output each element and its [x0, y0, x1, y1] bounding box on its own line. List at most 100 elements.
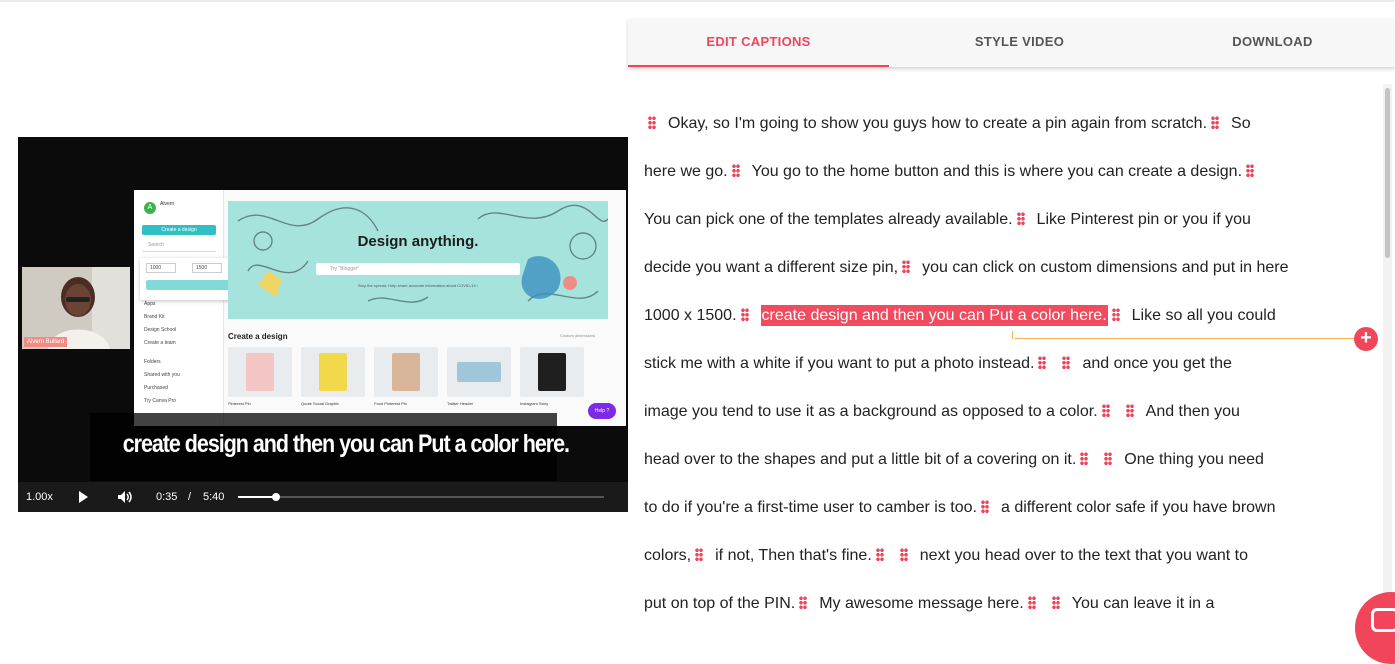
drag-handle-icon[interactable] [1062, 356, 1071, 369]
drag-handle-icon[interactable] [1038, 356, 1047, 369]
canva-sidebar-item: Shared with you [144, 372, 180, 378]
top-divider [0, 0, 1395, 2]
webcam-overlay: Alvern Bullard [22, 267, 130, 349]
drag-handle-icon[interactable] [1246, 164, 1255, 177]
caption-segment[interactable]: put on top of the PIN. [644, 595, 795, 612]
current-time: 0:35 [156, 491, 178, 503]
caption-segment[interactable]: decide you want a different size pin, [644, 259, 898, 276]
caption-segment[interactable]: and once you get the [1082, 355, 1231, 372]
drag-handle-icon[interactable] [1051, 596, 1060, 609]
canva-sidebar-item: Design School [144, 327, 177, 333]
caption-line: stick me with a white if you want to put… [644, 351, 1232, 377]
caption-line: head over to the shapes and put a little… [644, 447, 1264, 473]
video-controls: 1.00x 0:35 / 5:40 [18, 482, 628, 512]
caption-segment[interactable]: So [1231, 115, 1251, 132]
caption-segment[interactable]: head over to the shapes and put a little… [644, 451, 1076, 468]
caption-segment[interactable]: Like Pinterest pin or you if you [1037, 211, 1251, 228]
canva-sidebar-item: Try Canva Pro [144, 398, 177, 404]
caption-segment[interactable]: you can click on custom dimensions and p… [922, 259, 1288, 276]
playback-speed[interactable]: 1.00x [26, 491, 53, 503]
drag-handle-icon[interactable] [1027, 596, 1036, 609]
tab-edit-captions[interactable]: EDIT CAPTIONS [628, 19, 889, 67]
caption-segment[interactable]: if not, Then that's fine. [715, 547, 872, 564]
caption-line: put on top of the PIN. My awesome message… [644, 591, 1214, 617]
tab-download[interactable]: DOWNLOAD [1150, 19, 1395, 67]
drag-handle-icon[interactable] [875, 548, 884, 561]
banner-search: Try "Blogger" [316, 263, 520, 275]
drag-handle-icon[interactable] [899, 548, 908, 561]
template-label: Quote Social Graphic [301, 401, 340, 406]
caption-segment[interactable]: image you tend to use it as a background… [644, 403, 1098, 420]
drag-handle-icon[interactable] [1080, 452, 1089, 465]
caption-editor: Okay, so I'm going to show you guys how … [628, 99, 1382, 641]
caption-segment[interactable]: a different color safe if you have brown [1001, 499, 1276, 516]
canva-avatar: A [144, 202, 156, 214]
caption-segment[interactable]: to do if you're a first-time user to cam… [644, 499, 977, 516]
caption-segment[interactable]: You can pick one of the templates alread… [644, 211, 1013, 228]
canva-hero-banner: Design anything. Try "Blogger" Stop the … [228, 201, 608, 319]
caption-segment[interactable]: You can leave it in a [1072, 595, 1215, 612]
drag-handle-icon[interactable] [1016, 212, 1025, 225]
drag-handle-icon[interactable] [648, 116, 656, 129]
canva-user-name: Alvern [160, 201, 175, 207]
drag-handle-icon[interactable] [1101, 404, 1110, 417]
volume-icon[interactable] [117, 490, 133, 504]
caption-segment[interactable]: You go to the home button and this is wh… [752, 163, 1242, 180]
caption-segment[interactable]: My awesome message here. [819, 595, 1024, 612]
drag-handle-icon[interactable] [1104, 452, 1113, 465]
drag-handle-icon[interactable] [695, 548, 704, 561]
template-label: Twitter Header [447, 401, 474, 406]
play-icon[interactable] [76, 490, 90, 504]
template-thumb [447, 347, 511, 397]
caption-segment[interactable]: next you head over to the text that you … [920, 547, 1248, 564]
canva-height-field: 1500 [192, 263, 222, 273]
canva-width-field: 1000 [146, 263, 176, 273]
editor-tabs: EDIT CAPTIONS STYLE VIDEO DOWNLOAD [628, 19, 1395, 67]
canva-search: Search [142, 242, 216, 252]
caption-segment[interactable]: 1000 x 1500. [644, 307, 737, 324]
canva-sidebar-item: Purchased [144, 385, 168, 391]
caption-segment[interactable]: Okay, so I'm going to show you guys how … [668, 115, 1207, 132]
caption-scrollbar-thumb[interactable] [1385, 88, 1390, 258]
drag-handle-icon[interactable] [1211, 116, 1220, 129]
caption-segment-active[interactable]: create design and then you can Put a col… [760, 305, 1108, 326]
drag-handle-icon[interactable] [799, 596, 808, 609]
insert-marker-line [1015, 338, 1355, 339]
drag-handle-icon[interactable] [731, 164, 740, 177]
caption-segment[interactable]: Like so all you could [1132, 307, 1276, 324]
caption-line: Okay, so I'm going to show you guys how … [644, 111, 1251, 137]
canva-sidebar-item: Create a team [144, 340, 176, 346]
seek-bar-progress [238, 496, 276, 498]
caption-segment[interactable]: colors, [644, 547, 691, 564]
burned-caption: create design and then you can Put a col… [122, 430, 570, 458]
drag-handle-icon[interactable] [1125, 404, 1134, 417]
banner-illustration [237, 204, 608, 303]
presenter-name-tag: Alvern Bullard [24, 337, 68, 347]
seek-bar[interactable] [238, 493, 604, 501]
caption-segment[interactable]: One thing you need [1124, 451, 1264, 468]
banner-note: Stop the spread. Help share accurate inf… [357, 283, 479, 288]
plus-icon[interactable]: + [1354, 327, 1378, 351]
drag-handle-icon[interactable] [902, 260, 911, 273]
seek-bar-handle[interactable] [271, 493, 280, 501]
custom-dimensions-link: Custom dimensions [560, 333, 596, 338]
drag-handle-icon[interactable] [1111, 308, 1120, 321]
caption-line: to do if you're a first-time user to cam… [644, 495, 1276, 521]
caption-segment[interactable]: stick me with a white if you want to put… [644, 355, 1034, 372]
caption-segment[interactable]: here we go. [644, 163, 728, 180]
canva-sidebar-item: Folders [144, 359, 161, 365]
caption-line: image you tend to use it as a background… [644, 399, 1240, 425]
video-player[interactable]: A Alvern Create a design Search Apps Bra… [18, 137, 628, 512]
caption-line: You can pick one of the templates alread… [644, 207, 1251, 233]
caption-segment[interactable]: And then you [1146, 403, 1240, 420]
canva-sidebar-items: Apps Brand Kit Design School Create a te… [144, 298, 218, 408]
drag-handle-icon[interactable] [740, 308, 749, 321]
caption-line: decide you want a different size pin, you… [644, 255, 1289, 281]
drag-handle-icon[interactable] [980, 500, 989, 513]
canva-sidebar: A Alvern Create a design Search Apps Bra… [134, 190, 224, 426]
canva-sidebar-item: Brand Kit [144, 314, 165, 320]
tab-style-video[interactable]: STYLE VIDEO [889, 19, 1150, 67]
template-thumb [520, 347, 584, 397]
template-label: Pinterest Pin [228, 401, 251, 406]
template-label: Food Pinterest Pin [374, 401, 407, 406]
